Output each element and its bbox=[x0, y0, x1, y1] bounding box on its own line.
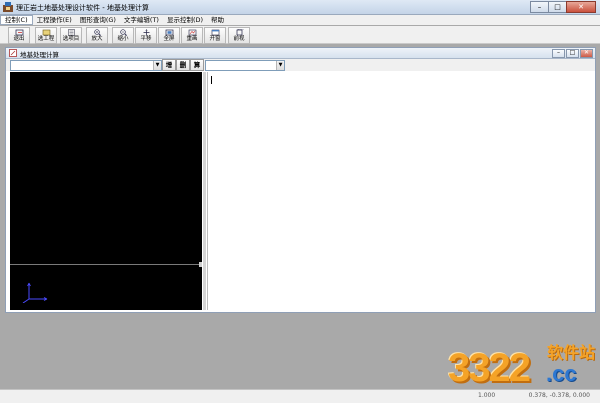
pan-icon bbox=[143, 29, 149, 36]
calculate-button[interactable]: 算 bbox=[190, 59, 204, 71]
item-icon bbox=[67, 29, 75, 36]
watermark-site: 软件站 bbox=[547, 343, 596, 362]
zoom-out-icon bbox=[119, 29, 127, 36]
front-view-icon bbox=[236, 29, 244, 36]
menu-bar: 控制(C) 工程操作(E) 图形查询(G) 文字编辑(T) 显示控制(D) 帮助 bbox=[0, 15, 600, 25]
child-restore-button[interactable]: □ bbox=[566, 49, 579, 58]
fullscreen-button[interactable]: 全屏 bbox=[158, 27, 180, 44]
open-window-button[interactable]: 开窗 bbox=[204, 27, 226, 44]
toolbar: 退出 选工程 选项目 放大 缩小 平移 全屏 重画 开窗 前视 bbox=[0, 26, 600, 44]
axis-indicator-icon bbox=[22, 282, 48, 303]
graphics-canvas[interactable] bbox=[10, 72, 202, 310]
pan-button[interactable]: 平移 bbox=[135, 27, 157, 44]
project-icon bbox=[42, 29, 50, 36]
menu-help[interactable]: 帮助 bbox=[207, 15, 228, 25]
zoom-in-icon bbox=[93, 29, 101, 36]
left-combo[interactable]: ▼ bbox=[10, 60, 162, 71]
divider-handle[interactable] bbox=[199, 262, 202, 267]
fullscreen-icon bbox=[165, 29, 173, 36]
child-close-button[interactable]: ✕ bbox=[580, 49, 593, 58]
menu-graphics-query[interactable]: 图形查询(G) bbox=[76, 15, 120, 25]
zoom-out-button[interactable]: 缩小 bbox=[112, 27, 134, 44]
menu-project[interactable]: 工程操作(E) bbox=[33, 15, 76, 25]
select-item-button[interactable]: 选项目 bbox=[60, 27, 82, 44]
window-icon bbox=[211, 29, 219, 36]
maximize-button[interactable]: □ bbox=[548, 1, 567, 13]
canvas-divider-line bbox=[10, 264, 202, 265]
delete-button[interactable]: 删 bbox=[176, 59, 190, 71]
redraw-button[interactable]: 重画 bbox=[181, 27, 203, 44]
exit-button[interactable]: 退出 bbox=[8, 27, 30, 44]
child-titlebar: 地基处理计算 – □ ✕ bbox=[6, 48, 595, 59]
add-button[interactable]: 增 bbox=[162, 59, 176, 71]
window-titlebar: 理正岩土地基处理设计软件 - 地基处理计算 – □ ✕ bbox=[0, 0, 600, 15]
watermark-domain: .cc bbox=[546, 361, 577, 386]
menu-control[interactable]: 控制(C) bbox=[0, 15, 33, 25]
exit-icon bbox=[15, 29, 23, 36]
child-minimize-button[interactable]: – bbox=[552, 49, 565, 58]
watermark-number: 3322 bbox=[448, 346, 531, 390]
menu-display[interactable]: 显示控制(D) bbox=[163, 15, 207, 25]
child-title: 地基处理计算 bbox=[20, 51, 59, 59]
text-caret bbox=[211, 76, 212, 84]
redraw-icon bbox=[188, 29, 196, 36]
close-button[interactable]: ✕ bbox=[566, 1, 596, 13]
panel-splitter[interactable] bbox=[203, 72, 206, 310]
zoom-in-button[interactable]: 放大 bbox=[86, 27, 108, 44]
site-watermark-logo: 3322 软件站 .cc bbox=[448, 340, 598, 398]
menu-text-edit[interactable]: 文字编辑(T) bbox=[120, 15, 163, 25]
right-combo[interactable]: ▼ bbox=[205, 60, 285, 71]
calc-window-icon bbox=[9, 49, 17, 57]
result-text-area[interactable] bbox=[207, 72, 594, 310]
minimize-button[interactable]: – bbox=[530, 1, 549, 13]
chevron-down-icon[interactable]: ▼ bbox=[276, 61, 284, 70]
app-icon bbox=[3, 2, 13, 12]
chevron-down-icon[interactable]: ▼ bbox=[153, 61, 161, 70]
child-controls: ▼ 增 删 算 ▼ bbox=[6, 59, 595, 71]
window-title: 理正岩土地基处理设计软件 - 地基处理计算 bbox=[16, 4, 149, 12]
front-view-button[interactable]: 前视 bbox=[228, 27, 250, 44]
calc-child-window: 地基处理计算 – □ ✕ ▼ 增 删 算 ▼ bbox=[5, 47, 596, 313]
select-project-button[interactable]: 选工程 bbox=[35, 27, 57, 44]
